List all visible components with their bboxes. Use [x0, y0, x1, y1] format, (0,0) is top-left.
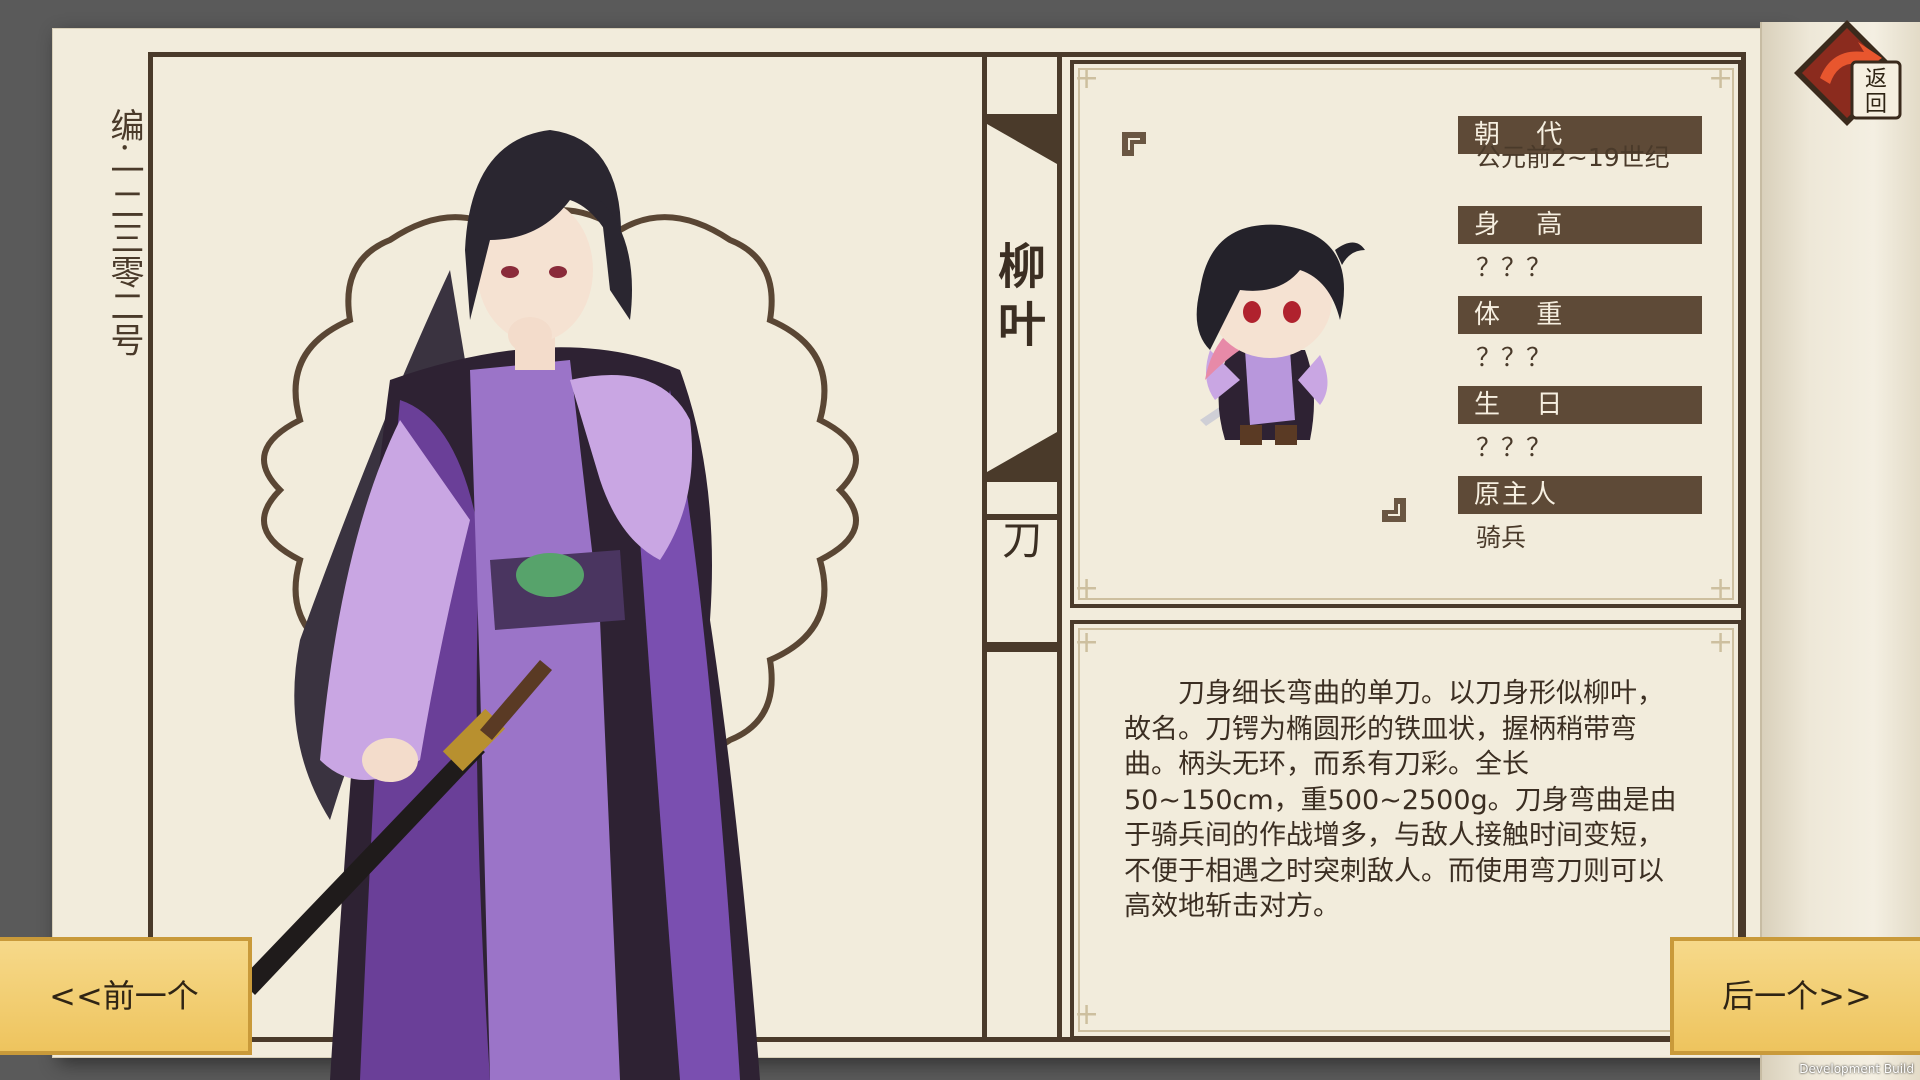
corner-ornament: +	[1708, 61, 1734, 96]
back-button[interactable]: 返 回	[1792, 18, 1902, 128]
next-button[interactable]: 后一个>>	[1670, 937, 1920, 1055]
book-page-curl	[1760, 22, 1920, 1080]
corner-ornament: +	[1074, 625, 1100, 660]
back-label-1: 返	[1865, 67, 1887, 92]
spine-band-wedge	[987, 432, 1057, 472]
dev-build-watermark: Development Build	[1799, 1062, 1914, 1076]
spine-band	[987, 114, 1057, 124]
frame-corner-icon	[1122, 132, 1146, 156]
back-label-2: 回	[1865, 92, 1887, 117]
field-label-original-owner: 原主人	[1458, 476, 1702, 514]
weapon-type: 刀	[1002, 518, 1042, 564]
field-value-weight: ？？？	[1476, 343, 1552, 372]
corner-ornament: +	[1074, 997, 1100, 1032]
spine-band-wedge	[987, 124, 1057, 164]
field-value-birthday: ？？？	[1476, 433, 1552, 462]
prev-button[interactable]: <<前一个	[0, 937, 252, 1055]
field-value-dynasty: 公元前2~19世纪	[1476, 143, 1670, 172]
character-name: 柳叶	[997, 239, 1046, 353]
field-value-original-owner: 骑兵	[1476, 523, 1527, 552]
field-label-weight: 体 重	[1458, 296, 1702, 334]
field-label-birthday: 生 日	[1458, 386, 1702, 424]
chibi-sprite	[1196, 224, 1365, 445]
corner-ornament: +	[1074, 61, 1100, 96]
corner-ornament: +	[1708, 625, 1734, 660]
spine-band	[987, 642, 1057, 652]
field-label-height: 身 高	[1458, 206, 1702, 244]
corner-ornament: +	[1074, 571, 1100, 606]
corner-ornament: +	[1708, 571, 1734, 606]
weapon-description: 刀身细长弯曲的单刀。以刀身形似柳叶，故名。刀锷为椭圆形的铁皿状，握柄稍带弯曲。柄…	[1124, 678, 1677, 922]
field-value-height: ？？？	[1476, 253, 1552, 282]
spine-band	[987, 472, 1057, 482]
character-portrait	[240, 130, 760, 1080]
catalog-number: 编·一二三零二号	[104, 108, 144, 357]
frame-corner-icon	[1382, 498, 1406, 522]
